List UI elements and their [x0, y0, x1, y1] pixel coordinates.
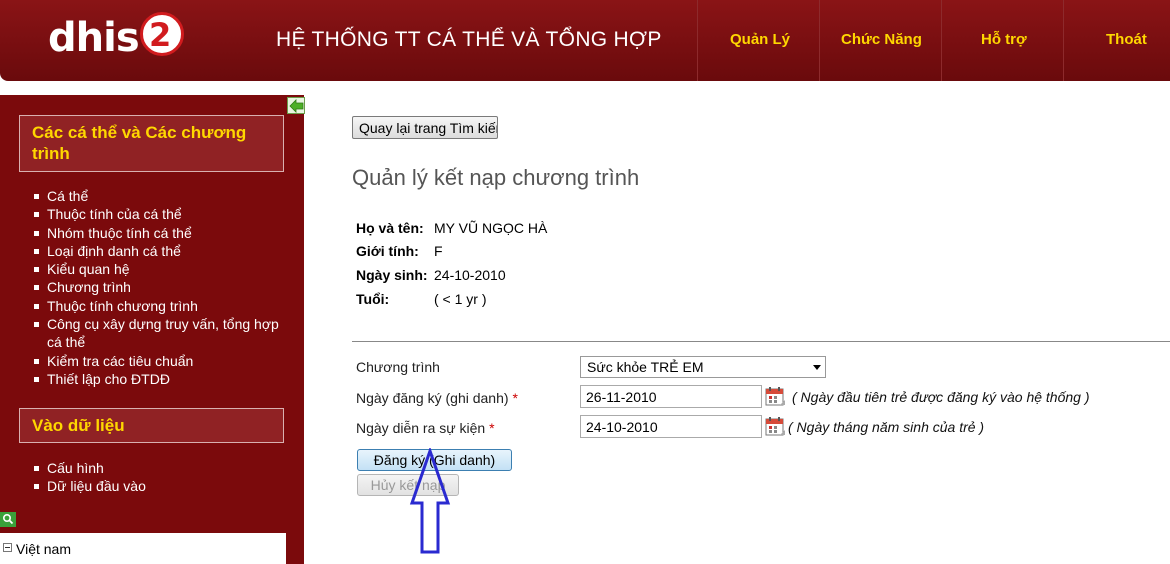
sidebar-item-thuoc-tinh-ca-the[interactable]: Thuộc tính của cá thể [34, 205, 292, 223]
nav-label: Thoát [1106, 31, 1147, 48]
org-unit-tree: Việt nam [0, 533, 286, 564]
nav-quan-ly[interactable]: Quản Lý [697, 0, 819, 81]
required-marker: * [489, 420, 495, 436]
nav-thoat[interactable]: Thoát [1063, 0, 1170, 81]
sidebar-item-nhom-thuoc-tinh[interactable]: Nhóm thuộc tính cá thể [34, 224, 292, 242]
age-value: ( < 1 yr ) [434, 291, 487, 307]
search-icon[interactable] [0, 512, 16, 527]
sidebar-section-data-entry-list: Cấu hình Dữ liệu đầu vào [34, 459, 146, 496]
sidebar-section-data-entry-title: Vào dữ liệu [19, 408, 284, 443]
enroll-date-label: Ngày đăng ký (ghi danh) * [356, 390, 518, 406]
dob-label: Ngày sinh: [356, 267, 428, 283]
sidebar-section-individuals-title: Các cá thể và Các chương trình [19, 115, 284, 172]
enroll-date-field[interactable] [580, 385, 762, 408]
sidebar-item-thiet-lap-dtdd[interactable]: Thiết lập cho ĐTDĐ [34, 370, 292, 388]
incident-date-label-text: Ngày diễn ra sự kiện [356, 420, 486, 436]
calendar-icon[interactable] [765, 386, 786, 407]
dob-value: 24-10-2010 [434, 267, 506, 283]
gender-value: F [434, 243, 443, 259]
name-label: Họ và tên: [356, 220, 424, 236]
age-label: Tuổi: [356, 291, 390, 307]
incident-date-label: Ngày diễn ra sự kiện * [356, 420, 495, 436]
logo-text: dhis [48, 15, 140, 61]
tree-node-viet-nam[interactable]: Việt nam [16, 541, 71, 557]
nav-label: Hỗ trợ [981, 31, 1027, 48]
sidebar-item-ca-the[interactable]: Cá thể [34, 187, 292, 205]
sidebar-item-kieu-quan-he[interactable]: Kiểu quan hệ [34, 260, 292, 278]
sidebar-item-loai-dinh-danh[interactable]: Loại định danh cá thể [34, 242, 292, 260]
nav-ho-tro[interactable]: Hỗ trợ [941, 0, 1063, 81]
sidebar-item-chuong-trinh[interactable]: Chương trình [34, 278, 292, 296]
header-bar: dhis 2 HỆ THỐNG TT CÁ THỂ VÀ TỔNG HỢP Qu… [0, 0, 1170, 81]
logo-badge: 2 [140, 12, 184, 56]
system-title: HỆ THỐNG TT CÁ THỂ VÀ TỔNG HỢP [276, 28, 662, 51]
incident-date-field[interactable] [580, 415, 762, 438]
enroll-date-hint: ( Ngày đầu tiên trẻ được đăng ký vào hệ … [792, 389, 1090, 405]
nav-label: Chức Năng [841, 31, 922, 48]
name-value: MY VŨ NGỌC HÀ [434, 220, 548, 236]
calendar-icon[interactable] [765, 416, 786, 437]
up-arrow-annotation-icon [409, 448, 451, 554]
page-title: Quản lý kết nạp chương trình [352, 165, 640, 190]
tree-collapse-icon[interactable] [3, 543, 12, 552]
back-to-search-button[interactable]: Quay lại trang Tìm kiếm [352, 116, 498, 139]
nav-chuc-nang[interactable]: Chức Năng [819, 0, 941, 81]
sidebar-item-thuoc-tinh-chuong-trinh[interactable]: Thuộc tính chương trình [34, 297, 292, 315]
sidebar-section-individuals-list: Cá thể Thuộc tính của cá thể Nhóm thuộc … [34, 187, 292, 388]
sidebar-item-du-lieu-dau-vao[interactable]: Dữ liệu đầu vào [34, 477, 146, 495]
enroll-date-label-text: Ngày đăng ký (ghi danh) [356, 390, 509, 406]
program-select[interactable]: Sức khỏe TRẺ EM [580, 356, 826, 378]
sidebar-item-cau-hinh[interactable]: Cấu hình [34, 459, 146, 477]
program-select-value: Sức khỏe TRẺ EM [587, 359, 704, 375]
sidebar: Các cá thể và Các chương trình Cá thể Th… [0, 95, 304, 564]
arrow-left-icon[interactable] [287, 97, 305, 114]
logo-badge-number: 2 [149, 16, 172, 54]
nav-label: Quản Lý [730, 31, 791, 48]
section-divider [352, 341, 1170, 342]
dhis2-logo[interactable]: dhis 2 [48, 12, 188, 68]
required-marker: * [512, 390, 518, 406]
sidebar-item-cong-cu-truy-van[interactable]: Công cụ xây dựng truy vấn, tổng hợp cá t… [34, 315, 292, 352]
chevron-down-icon [813, 365, 821, 370]
sidebar-item-kiem-tra-tieu-chuan[interactable]: Kiểm tra các tiêu chuẩn [34, 352, 292, 370]
program-label: Chương trình [356, 359, 440, 375]
incident-date-hint: ( Ngày tháng năm sinh của trẻ ) [788, 419, 985, 435]
gender-label: Giới tính: [356, 243, 419, 259]
